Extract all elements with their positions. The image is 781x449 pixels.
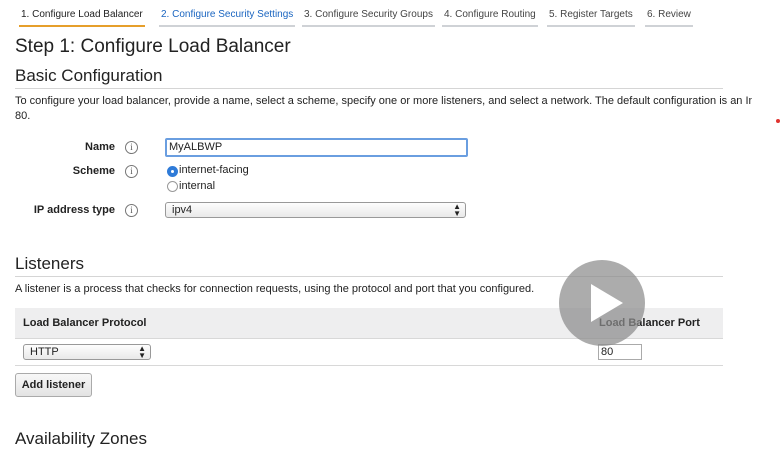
play-icon[interactable] [559, 260, 645, 346]
add-listener-button[interactable]: Add listener [15, 373, 92, 397]
select-arrows-icon: ▲ ▼ [453, 202, 461, 218]
tab-configure-security-settings[interactable]: 2. Configure Security Settings [159, 5, 296, 27]
cursor-dot [776, 119, 780, 123]
basic-configuration-heading: Basic Configuration [15, 66, 163, 85]
scheme-option-label: internal [179, 180, 216, 192]
col-protocol-header: Load Balancer Protocol [23, 317, 147, 329]
scheme-option-label: internet-facing [179, 164, 249, 176]
protocol-value: HTTP [30, 346, 59, 358]
basic-description: To configure your load balancer, provide… [15, 95, 752, 107]
name-label: Name [85, 141, 115, 153]
radio-internet-facing[interactable] [167, 166, 178, 177]
scheme-label: Scheme [72, 165, 115, 177]
ip-address-type-label: IP address type [33, 204, 115, 216]
ip-address-type-select[interactable]: ipv4 ▲ ▼ [165, 202, 466, 218]
radio-internal[interactable] [167, 181, 178, 192]
tab-review[interactable]: 6. Review [645, 5, 693, 27]
listeners-heading: Listeners [15, 254, 84, 273]
tab-configure-load-balancer[interactable]: 1. Configure Load Balancer [19, 5, 145, 27]
tab-register-targets[interactable]: 5. Register Targets [547, 5, 635, 27]
info-icon[interactable]: i [125, 141, 138, 154]
info-icon[interactable]: i [125, 165, 138, 178]
tab-configure-routing[interactable]: 4. Configure Routing [442, 5, 538, 27]
table-row-divider [15, 365, 723, 366]
name-input[interactable]: MyALBWP [165, 138, 468, 157]
page-title: Step 1: Configure Load Balancer [15, 36, 291, 57]
basic-description-cont: 80. [15, 110, 31, 122]
section-divider [15, 88, 723, 89]
protocol-select[interactable]: HTTP ▲ ▼ [23, 344, 151, 360]
tab-configure-security-groups[interactable]: 3. Configure Security Groups [302, 5, 435, 27]
port-input[interactable]: 80 [598, 344, 642, 360]
select-arrows-icon: ▲ ▼ [138, 344, 146, 360]
info-icon[interactable]: i [125, 204, 138, 217]
availability-zones-heading: Availability Zones [15, 429, 147, 448]
ip-address-type-value: ipv4 [172, 204, 193, 216]
